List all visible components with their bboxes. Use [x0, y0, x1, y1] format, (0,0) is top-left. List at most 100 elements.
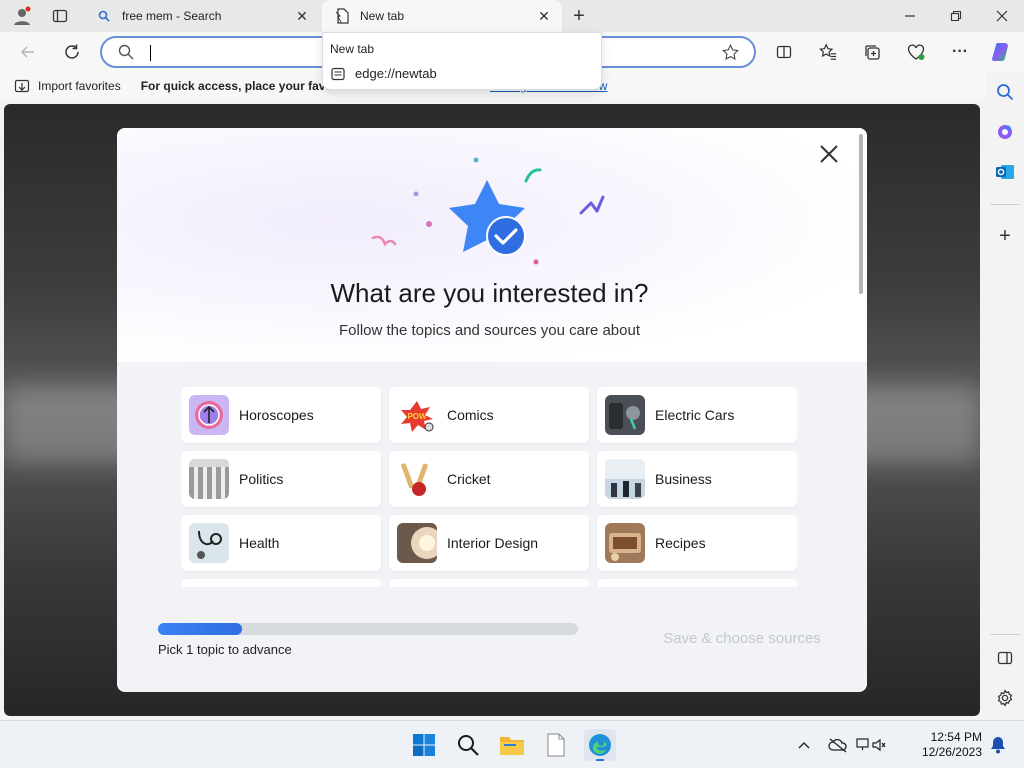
- system-clock[interactable]: 12:54 PM 12/26/2023: [916, 730, 982, 760]
- outlook-icon: [996, 165, 1014, 179]
- topic-card-recipes[interactable]: Recipes: [597, 515, 797, 571]
- gear-icon: [997, 689, 1013, 707]
- topic-card-interior-design[interactable]: Interior Design: [389, 515, 589, 571]
- hide-sidebar-button[interactable]: [993, 646, 1017, 670]
- topic-label: Electric Cars: [655, 407, 735, 423]
- back-arrow-icon: [21, 46, 34, 58]
- onedrive-button[interactable]: [826, 729, 850, 761]
- close-icon: [996, 10, 1008, 22]
- tab-title: free mem - Search: [122, 9, 222, 23]
- topic-label: Comics: [447, 407, 494, 423]
- address-dropdown: New tab edge://newtab: [322, 32, 602, 90]
- topic-label: Recipes: [655, 535, 706, 551]
- profile-icon: [14, 6, 31, 25]
- new-tab-button[interactable]: +: [566, 4, 592, 28]
- health-thumb: [189, 523, 229, 563]
- refresh-button[interactable]: [60, 40, 84, 64]
- search-icon: [118, 44, 134, 65]
- cloud-off-icon: [828, 738, 847, 753]
- clock-time: 12:54 PM: [930, 730, 982, 744]
- taskbar-search-button[interactable]: [452, 729, 484, 761]
- notifications-button[interactable]: [986, 729, 1010, 761]
- topic-label: Business: [655, 471, 712, 487]
- topic-card-cricket[interactable]: Cricket: [389, 451, 589, 507]
- chevron-up-icon: [798, 742, 810, 749]
- close-window-button[interactable]: [988, 4, 1016, 28]
- dialog-subtitle: Follow the topics and sources you care a…: [338, 322, 640, 339]
- comics-thumb: POW: [397, 395, 437, 435]
- sidebar-copilot-button[interactable]: [993, 120, 1017, 144]
- back-button[interactable]: [16, 40, 40, 64]
- topic-card-electric-cars[interactable]: Electric Cars: [597, 387, 797, 443]
- close-tab-icon[interactable]: ✕: [294, 8, 310, 25]
- close-icon: [820, 145, 838, 163]
- favorite-star-icon[interactable]: [722, 44, 739, 66]
- copilot-icon: [992, 43, 1008, 61]
- tab-actions-button[interactable]: [48, 6, 72, 26]
- topic-label: Health: [239, 535, 280, 551]
- browser-essentials-button[interactable]: [904, 40, 928, 64]
- network-volume-button[interactable]: [856, 729, 886, 761]
- import-icon: [14, 79, 30, 93]
- electric-car-thumb: [605, 395, 645, 435]
- sidebar-settings-button[interactable]: [993, 686, 1017, 710]
- tab-title: New tab: [360, 9, 405, 23]
- notepad-button[interactable]: [540, 729, 572, 761]
- edge-taskbar-button[interactable]: [584, 729, 616, 761]
- topic-label: Horoscopes: [239, 407, 314, 423]
- profile-avatar[interactable]: [8, 4, 36, 28]
- topic-label: Cricket: [447, 471, 491, 487]
- dialog-hero: What are you interested in? Follow the t…: [117, 128, 867, 362]
- sidebar-add-button[interactable]: +: [993, 224, 1017, 248]
- plus-icon: +: [573, 4, 585, 27]
- collections-icon: [865, 45, 880, 60]
- import-favorites-button[interactable]: Import favorites: [0, 78, 121, 94]
- topic-card[interactable]: [597, 579, 797, 587]
- sidebar-divider: [990, 204, 1020, 205]
- topic-card[interactable]: [389, 579, 589, 587]
- clock-date: 12/26/2023: [921, 745, 982, 759]
- split-screen-button[interactable]: [772, 40, 796, 64]
- cricket-thumb: [397, 459, 437, 499]
- save-choose-sources-button[interactable]: Save & choose sources: [637, 630, 847, 647]
- tab-search[interactable]: free mem - Search ✕: [84, 0, 320, 32]
- dropdown-suggestion[interactable]: edge://newtab: [331, 66, 437, 81]
- restore-button[interactable]: [942, 4, 970, 28]
- dialog-scrollbar[interactable]: [859, 134, 863, 294]
- topic-card-comics[interactable]: POW Comics: [389, 387, 589, 443]
- politics-thumb: [189, 459, 229, 499]
- sidebar-search-button[interactable]: [993, 80, 1017, 104]
- page-icon: [331, 67, 345, 80]
- plus-icon: +: [999, 224, 1011, 247]
- copilot-button[interactable]: [990, 40, 1014, 64]
- minimize-button[interactable]: [896, 4, 924, 28]
- start-button[interactable]: [408, 729, 440, 761]
- recipes-thumb: [605, 523, 645, 563]
- search-icon: [997, 84, 1014, 101]
- close-tab-icon[interactable]: ✕: [536, 8, 552, 25]
- topic-card-business[interactable]: Business: [597, 451, 797, 507]
- settings-more-button[interactable]: ···: [948, 40, 972, 64]
- file-icon: [547, 733, 565, 757]
- text-cursor: [150, 45, 151, 61]
- show-hidden-icons-button[interactable]: [792, 729, 816, 761]
- sidebar-toggle-icon: [997, 651, 1013, 665]
- more-icon: ···: [952, 43, 968, 60]
- dialog-close-button[interactable]: [815, 140, 843, 168]
- dropdown-url: edge://newtab: [355, 66, 437, 81]
- topic-card-health[interactable]: Health: [181, 515, 381, 571]
- collections-button[interactable]: [860, 40, 884, 64]
- file-explorer-button[interactable]: [496, 729, 528, 761]
- tab-newtab[interactable]: New tab ✕: [322, 0, 562, 32]
- import-favorites-label: Import favorites: [38, 79, 121, 93]
- topic-label: Interior Design: [447, 535, 539, 551]
- sidebar-outlook-button[interactable]: [993, 160, 1017, 184]
- active-indicator: [596, 759, 604, 761]
- topic-card-horoscopes[interactable]: Horoscopes: [181, 387, 381, 443]
- topic-card[interactable]: [181, 579, 381, 587]
- newtab-icon: [334, 8, 350, 24]
- favorites-button[interactable]: [816, 40, 840, 64]
- interests-dialog: What are you interested in? Follow the t…: [117, 128, 867, 692]
- favorites-hint: For quick access, place your favor: [140, 79, 338, 93]
- topic-card-politics[interactable]: Politics: [181, 451, 381, 507]
